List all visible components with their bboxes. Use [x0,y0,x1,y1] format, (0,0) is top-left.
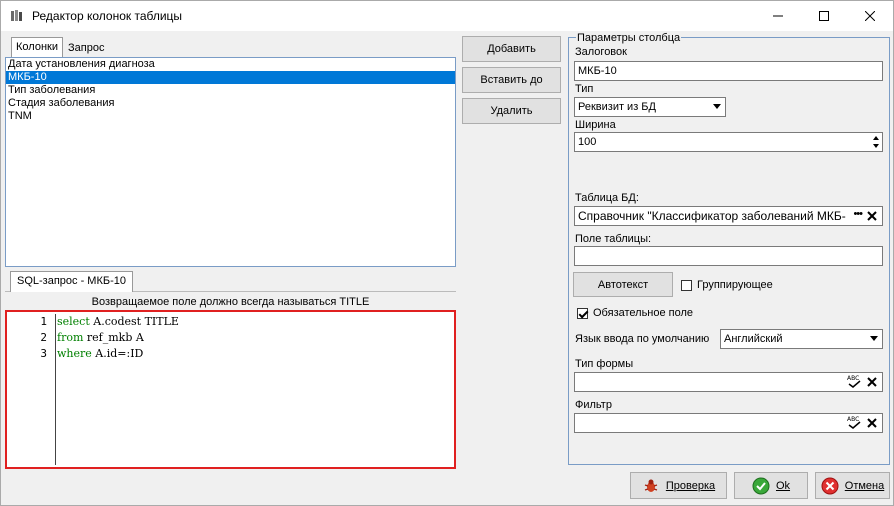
sql-keyword: where [57,347,92,360]
list-item[interactable]: Тип заболевания [6,84,455,97]
input-lang-label: Язык ввода по умолчанию [575,333,710,345]
tab-query[interactable]: Запрос [64,39,108,59]
code-line: from ref_mkb A [57,330,179,346]
cancel-button[interactable]: Отмена [815,472,890,499]
maximize-icon [819,11,829,21]
check-button-label: Проверка [665,479,716,492]
list-item[interactable]: TNM [6,110,455,123]
line-number: 2 [40,331,47,344]
code-line: where A.id=:ID [57,346,179,362]
type-value: Реквизит из БД [578,101,656,113]
line-number: 1 [40,315,47,328]
sql-text: ref_mkb A [83,331,144,344]
form-type-label: Тип формы [575,358,634,370]
tab-sql-query[interactable]: SQL-запрос - МКБ-10 [10,271,133,292]
clear-icon[interactable] [865,375,879,389]
db-table-label: Таблица БД: [575,192,639,204]
columns-list[interactable]: Дата установления диагноза МКБ-10 Тип за… [5,57,456,267]
code-line: select A.codest TITLE [57,314,179,330]
form-type-field[interactable]: ABC [574,372,883,392]
table-field-label: Поле таблицы: [575,233,652,245]
add-column-button[interactable]: Добавить [462,36,561,62]
dialog-window: Редактор колонок таблицы Колонки Запрос … [0,0,894,506]
grouping-checkbox[interactable] [681,280,692,291]
caption-label: Залоговок [575,46,627,58]
required-checkbox[interactable] [577,308,588,319]
spellcheck-icon[interactable]: ABC [846,415,862,430]
group-title: Параметры столбца [576,32,682,44]
minimize-icon [773,15,783,17]
width-spinner[interactable]: 100 [574,132,883,152]
tab-columns[interactable]: Колонки [11,37,63,58]
chevron-down-icon [713,104,721,109]
close-button[interactable] [847,1,893,31]
minimize-button[interactable] [755,1,801,31]
cancel-button-label: Отмена [844,479,885,492]
list-item[interactable]: МКБ-10 [6,71,455,84]
ellipsis-icon[interactable]: ••• [853,208,863,220]
cancel-circle-icon [821,477,839,494]
line-number: 3 [40,347,47,360]
chevron-down-icon [870,336,878,341]
spellcheck-icon[interactable]: ABC [846,374,862,389]
width-value: 100 [578,136,597,148]
ok-button-label: Ok [775,479,791,492]
close-icon [865,11,875,21]
type-label: Тип [575,83,594,95]
db-table-field[interactable]: Справочник "Классификатор заболеваний МК… [574,206,883,226]
type-select[interactable]: Реквизит из БД [574,97,726,117]
sql-keyword: select [57,315,90,328]
list-item[interactable]: Стадия заболевания [6,97,455,110]
required-label: Обязательное поле [593,307,694,319]
filter-label: Фильтр [575,399,612,411]
delete-column-button[interactable]: Удалить [462,98,561,124]
line-number-gutter: 1 2 3 [9,314,56,465]
filter-field[interactable]: ABC [574,413,883,433]
maximize-button[interactable] [801,1,847,31]
sql-text: A.codest TITLE [89,315,179,328]
svg-text:ABC: ABC [847,375,859,382]
list-item[interactable]: Дата установления диагноза [6,58,455,71]
sql-editor[interactable]: 1 2 3 select A.codest TITLE from ref_mkb… [5,310,456,469]
ok-button[interactable]: Ok [734,472,808,499]
sql-text: A.id=:ID [91,347,144,360]
sql-hint: Возвращаемое поле должно всегда называть… [91,296,370,308]
autotext-button[interactable]: Автотекст [573,272,673,297]
width-label: Ширина [575,119,616,131]
title-bar: Редактор колонок таблицы [1,1,893,31]
sql-code[interactable]: select A.codest TITLE from ref_mkb A whe… [57,314,179,362]
bug-icon [644,479,658,492]
check-button[interactable]: Проверка [630,472,727,499]
input-lang-value: Английский [724,333,783,345]
svg-text:ABC: ABC [847,416,859,423]
input-lang-select[interactable]: Английский [720,329,883,349]
grouping-label: Группирующее [697,279,773,291]
app-icon [11,10,22,21]
sql-keyword: from [57,331,84,344]
insert-before-button[interactable]: Вставить до [462,67,561,93]
db-table-value: Справочник "Классификатор заболеваний МК… [578,209,846,223]
table-field-input[interactable] [574,246,883,266]
clear-icon[interactable] [865,416,879,430]
window-title: Редактор колонок таблицы [32,9,183,23]
spin-down-icon[interactable] [873,144,879,148]
spin-up-icon[interactable] [873,136,879,140]
clear-icon[interactable] [865,209,879,223]
caption-input[interactable]: МКБ-10 [574,61,883,81]
check-circle-icon [752,477,770,494]
